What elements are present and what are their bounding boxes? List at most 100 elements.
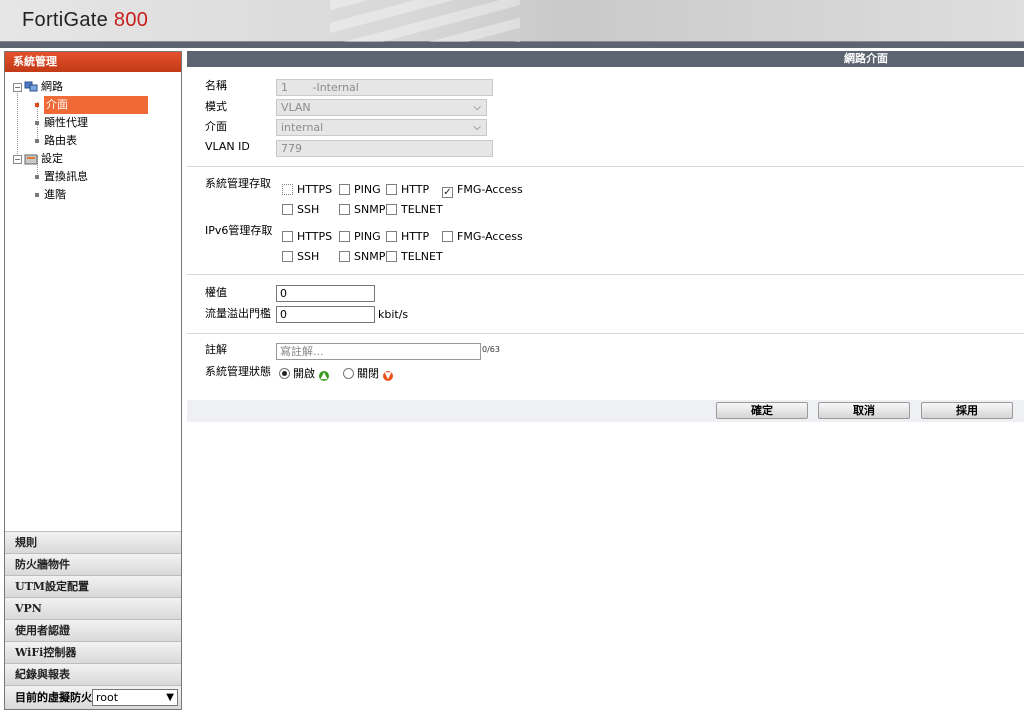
tree-item-interface[interactable]: 介面 <box>5 96 181 114</box>
chevron-down-icon: ⌵ <box>473 122 481 133</box>
arrow-up-icon: ▲ <box>319 371 329 381</box>
panel-title: 網路介面 <box>187 51 1024 67</box>
checkbox-label: FMG-Access <box>457 230 523 243</box>
tree-item-replacement-messages[interactable]: 置換訊息 <box>5 168 181 186</box>
header-decoration <box>330 0 520 42</box>
leaf-bullet-icon <box>35 103 39 107</box>
settings-icon <box>24 154 38 165</box>
tree-node-network[interactable]: − 網路 <box>5 78 181 96</box>
tree-item-advanced[interactable]: 進階 <box>5 186 181 204</box>
checkbox-icon <box>386 251 397 262</box>
radio-label: 關閉 <box>357 367 379 380</box>
menu-firewall-objects[interactable]: 防火牆物件 <box>5 553 181 575</box>
ipv6-telnet-checkbox[interactable]: TELNET <box>386 250 443 264</box>
checkbox-label: TELNET <box>401 250 443 263</box>
status-up-radio[interactable]: 開啟 ▲ <box>279 367 329 381</box>
checkbox-label: SSH <box>297 203 320 216</box>
menu-wifi-controller[interactable]: WiFi控制器 <box>5 641 181 663</box>
menu-policy[interactable]: 規則 <box>5 531 181 553</box>
tree-item-routing-table[interactable]: 路由表 <box>5 132 181 150</box>
admin-ping-checkbox[interactable]: PING <box>339 183 381 197</box>
interface-label: 介面 <box>205 120 227 133</box>
comment-counter: 0/63 <box>482 345 500 354</box>
checkbox-label: PING <box>354 230 381 243</box>
ipv6-ssh-checkbox[interactable]: SSH <box>282 250 319 264</box>
ok-button[interactable]: 確定 <box>716 402 808 419</box>
checkbox-icon <box>386 204 397 215</box>
admin-snmp-checkbox[interactable]: SNMP <box>339 203 385 217</box>
checkbox-label: HTTPS <box>297 230 333 243</box>
chevron-down-icon: ⌵ <box>473 102 481 113</box>
admin-telnet-checkbox[interactable]: TELNET <box>386 203 443 217</box>
header-bar <box>0 42 1024 48</box>
checkbox-label: SNMP <box>354 250 386 263</box>
ipv6-https-checkbox[interactable]: HTTPS <box>282 230 332 244</box>
checkbox-icon <box>339 204 350 215</box>
menu-log-report[interactable]: 紀錄與報表 <box>5 663 181 685</box>
collapse-icon[interactable]: − <box>13 82 22 92</box>
checkbox-label: PING <box>354 183 381 196</box>
top-header: FortiGate 800 <box>0 0 1024 42</box>
cancel-button[interactable]: 取消 <box>818 402 910 419</box>
ipv6-snmp-checkbox[interactable]: SNMP <box>339 250 385 264</box>
nav-tree: − 網路 介面 顯性代理 路由表 − 設定 置換訊息 進階 <box>5 72 181 204</box>
comment-label: 註解 <box>205 343 227 356</box>
vlan-id-label: VLAN ID <box>205 140 250 153</box>
network-icon <box>24 81 38 92</box>
admin-fmg-access-checkbox[interactable]: ✓ FMG-Access <box>442 183 523 198</box>
divider <box>187 333 1024 334</box>
tree-label: 置換訊息 <box>44 170 88 183</box>
checkbox-icon <box>282 204 293 215</box>
vdom-row: 目前的虛擬防火牆 root ▼ <box>5 685 181 709</box>
checkbox-label: HTTPS <box>297 183 333 196</box>
collapse-icon[interactable]: − <box>13 154 22 164</box>
spillover-unit: kbit/s <box>378 308 409 321</box>
vdom-label: 目前的虛擬防火牆 <box>15 691 103 704</box>
product-logo: FortiGate 800 <box>22 9 148 32</box>
checkbox-icon <box>339 251 350 262</box>
leaf-bullet-icon <box>35 175 39 179</box>
mode-label: 模式 <box>205 100 227 113</box>
interface-value: internal <box>281 121 324 134</box>
weight-input[interactable]: 0 <box>276 285 375 302</box>
vlan-id-field: 779 <box>276 140 493 157</box>
tree-node-settings[interactable]: − 設定 <box>5 150 181 168</box>
leaf-bullet-icon <box>35 121 39 125</box>
sidebar: 系統管理 − 網路 介面 顯性代理 路由表 − 設定 置換訊息 進階 規則 防火牆物… <box>4 51 182 710</box>
status-down-radio[interactable]: 關閉 ▼ <box>343 367 393 381</box>
checkbox-icon <box>339 184 350 195</box>
ipv6-ping-checkbox[interactable]: PING <box>339 230 381 244</box>
menu-user-auth[interactable]: 使用者認證 <box>5 619 181 641</box>
admin-https-checkbox[interactable]: HTTPS <box>282 183 332 197</box>
sidebar-menus: 規則 防火牆物件 UTM設定配置 VPN 使用者認證 WiFi控制器 紀錄與報表… <box>5 531 181 709</box>
chevron-down-icon: ▼ <box>166 692 174 703</box>
radio-icon <box>343 368 354 379</box>
admin-status-label: 系統管理狀態 <box>205 365 271 378</box>
radio-selected-icon <box>279 368 290 379</box>
ipv6-fmg-access-checkbox[interactable]: FMG-Access <box>442 230 523 244</box>
checkbox-label: HTTP <box>401 183 430 196</box>
tree-item-explicit-proxy[interactable]: 顯性代理 <box>5 114 181 132</box>
tree-label: 路由表 <box>44 134 77 147</box>
sidebar-title[interactable]: 系統管理 <box>5 52 181 72</box>
vdom-value: root <box>96 691 119 704</box>
menu-vpn[interactable]: VPN <box>5 597 181 619</box>
tree-label: 介面 <box>44 96 148 114</box>
tree-label: 進階 <box>44 188 66 201</box>
apply-button[interactable]: 採用 <box>921 402 1013 419</box>
leaf-bullet-icon <box>35 139 39 143</box>
checkmark-icon: ✓ <box>442 187 453 198</box>
admin-ssh-checkbox[interactable]: SSH <box>282 203 319 217</box>
ipv6-http-checkbox[interactable]: HTTP <box>386 230 429 244</box>
leaf-bullet-icon <box>35 193 39 197</box>
radio-label: 開啟 <box>293 367 315 380</box>
vdom-select[interactable]: root ▼ <box>92 689 178 706</box>
brand-model: 800 <box>113 9 149 31</box>
interface-select: internal ⌵ <box>276 119 487 136</box>
admin-http-checkbox[interactable]: HTTP <box>386 183 429 197</box>
comment-input[interactable]: 寫註解... <box>276 343 481 360</box>
checkbox-icon <box>386 184 397 195</box>
weight-label: 權值 <box>205 286 227 299</box>
spillover-input[interactable]: 0 <box>276 306 375 323</box>
menu-utm-profiles[interactable]: UTM設定配置 <box>5 575 181 597</box>
